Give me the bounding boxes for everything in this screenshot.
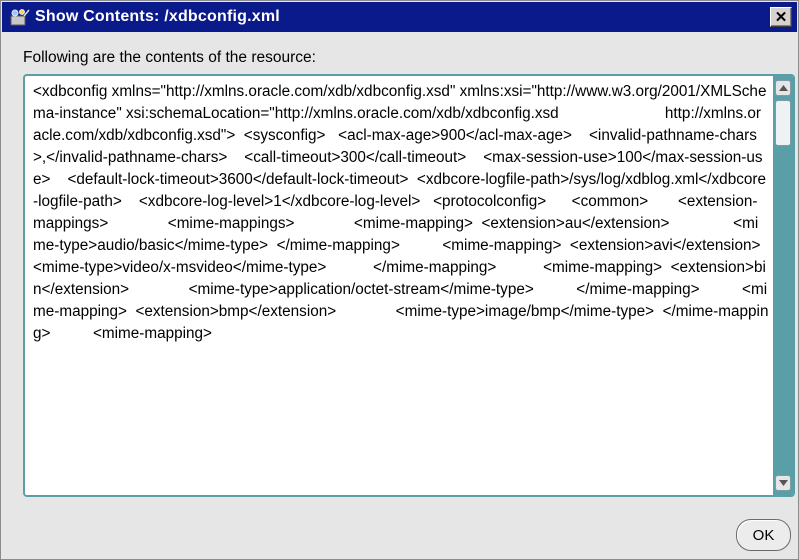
contents-label: Following are the contents of the resour… bbox=[23, 49, 316, 66]
close-icon: ✕ bbox=[774, 8, 788, 26]
xml-contents[interactable]: <xdbconfig xmlns="http://xmlns.oracle.co… bbox=[33, 81, 769, 493]
arrow-up-icon bbox=[778, 85, 788, 91]
scroll-down-button[interactable] bbox=[775, 475, 791, 491]
close-button[interactable]: ✕ bbox=[770, 7, 792, 27]
show-contents-dialog: Show Contents: /xdbconfig.xml ✕ Followin… bbox=[0, 0, 799, 560]
ok-button[interactable]: OK bbox=[736, 519, 791, 551]
oracle-app-icon bbox=[9, 6, 31, 28]
window-title: Show Contents: /xdbconfig.xml bbox=[35, 8, 280, 25]
arrow-down-icon bbox=[778, 480, 788, 486]
title-bar[interactable]: Show Contents: /xdbconfig.xml ✕ bbox=[2, 2, 797, 32]
scroll-thumb[interactable] bbox=[775, 100, 791, 146]
scroll-up-button[interactable] bbox=[775, 80, 791, 96]
contents-text-area[interactable]: <xdbconfig xmlns="http://xmlns.oracle.co… bbox=[23, 74, 795, 497]
vertical-scrollbar[interactable] bbox=[773, 76, 793, 495]
